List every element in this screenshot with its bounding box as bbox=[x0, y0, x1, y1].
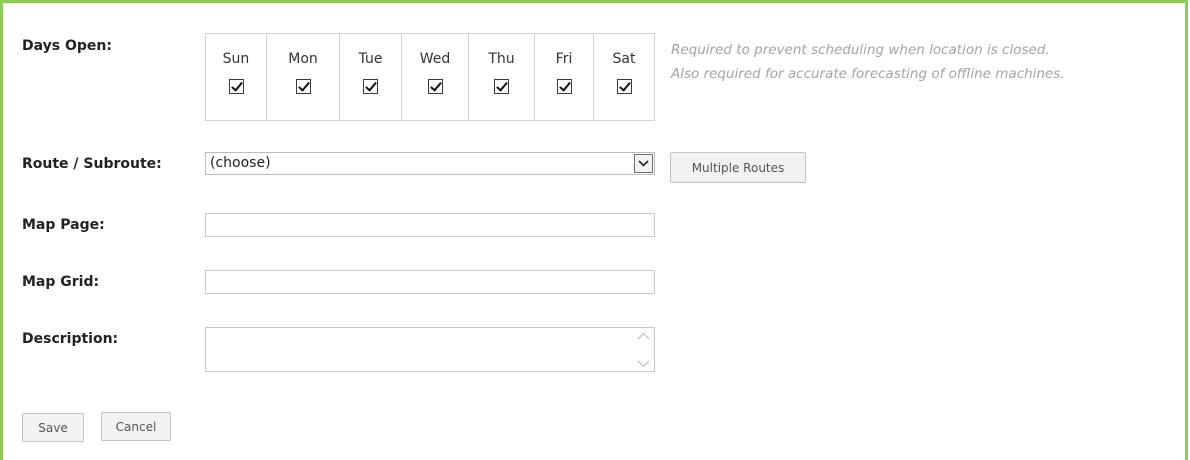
day-wed: Wed bbox=[402, 34, 469, 120]
route-subroute-select[interactable]: (choose) bbox=[205, 152, 655, 175]
map-grid-label: Map Grid: bbox=[22, 274, 100, 290]
days-open-grid: Sun Mon Tue Wed Thu Fri Sat bbox=[205, 33, 655, 121]
day-thu: Thu bbox=[469, 34, 535, 120]
day-label: Sun bbox=[222, 51, 250, 67]
textarea-scroll-arrows[interactable] bbox=[636, 332, 650, 368]
day-label: Fri bbox=[555, 51, 573, 67]
day-fri-checkbox[interactable] bbox=[556, 79, 572, 94]
days-open-label: Days Open: bbox=[22, 38, 112, 54]
day-label: Sat bbox=[612, 51, 636, 67]
day-fri: Fri bbox=[535, 34, 594, 120]
day-thu-checkbox[interactable] bbox=[494, 79, 509, 94]
day-label: Tue bbox=[358, 51, 383, 67]
map-page-label: Map Page: bbox=[22, 217, 105, 233]
chevron-up-icon bbox=[637, 332, 649, 340]
cancel-button[interactable]: Cancel bbox=[101, 412, 171, 441]
days-open-hint: Required to prevent scheduling when loca… bbox=[671, 38, 1065, 86]
save-button[interactable]: Save bbox=[22, 413, 84, 442]
day-tue: Tue bbox=[340, 34, 402, 120]
route-select-value: (choose) bbox=[210, 155, 271, 171]
multiple-routes-button[interactable]: Multiple Routes bbox=[670, 152, 806, 183]
day-mon-checkbox[interactable] bbox=[295, 79, 311, 94]
day-mon: Mon bbox=[267, 34, 340, 120]
route-subroute-label: Route / Subroute: bbox=[22, 156, 162, 172]
day-label: Wed bbox=[419, 51, 451, 67]
chevron-down-icon[interactable] bbox=[634, 154, 653, 173]
map-page-input[interactable] bbox=[205, 213, 655, 237]
hint-line: Also required for accurate forecasting o… bbox=[671, 66, 1065, 82]
day-label: Thu bbox=[488, 51, 515, 67]
day-tue-checkbox[interactable] bbox=[363, 79, 378, 94]
map-grid-input[interactable] bbox=[205, 270, 655, 294]
description-label: Description: bbox=[22, 331, 119, 347]
day-sun: Sun bbox=[206, 34, 267, 120]
day-sun-checkbox[interactable] bbox=[228, 79, 244, 94]
description-textarea[interactable] bbox=[205, 327, 655, 372]
day-sat-checkbox[interactable] bbox=[616, 79, 632, 94]
day-label: Mon bbox=[288, 51, 318, 67]
hint-line: Required to prevent scheduling when loca… bbox=[671, 42, 1050, 58]
day-sat: Sat bbox=[594, 34, 654, 120]
day-wed-checkbox[interactable] bbox=[427, 79, 443, 94]
chevron-down-icon bbox=[637, 360, 649, 368]
